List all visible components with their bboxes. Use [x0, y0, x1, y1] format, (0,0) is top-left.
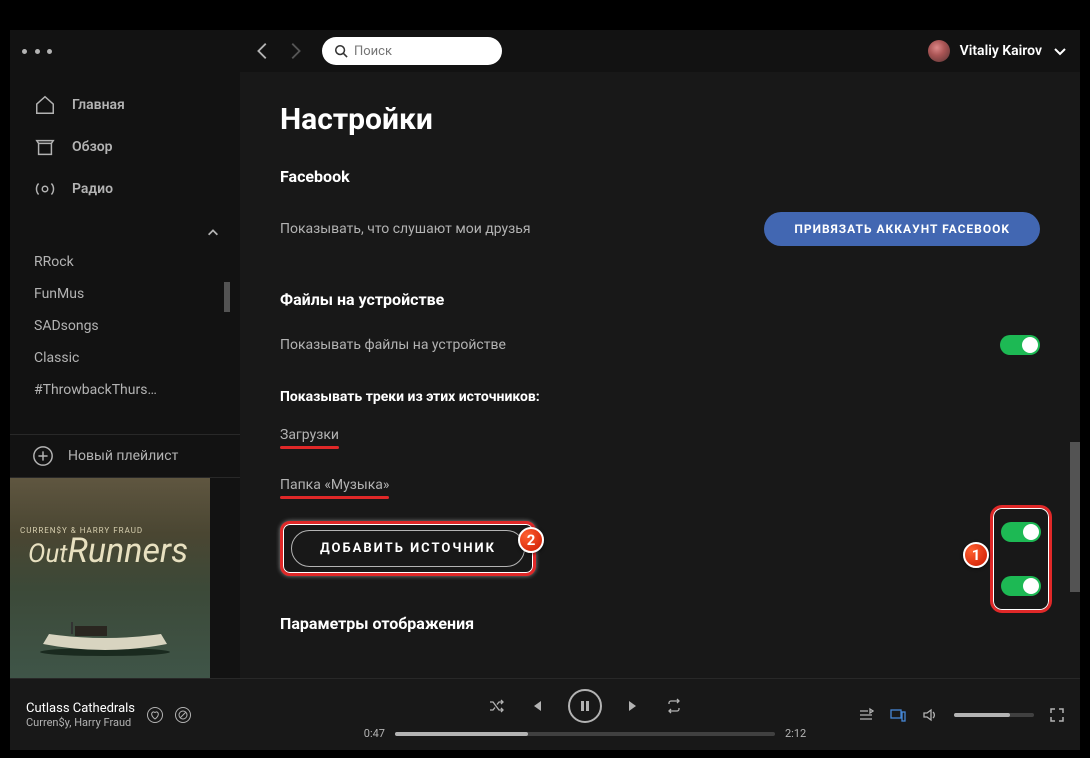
- nav-primary: Главная Обзор Радио: [10, 72, 240, 222]
- next-icon[interactable]: [626, 698, 642, 714]
- chevron-up-icon[interactable]: [206, 226, 220, 240]
- playlists-area: RRock FunMus SADsongs Classic #Throwback…: [10, 222, 240, 434]
- browse-icon: [34, 136, 56, 158]
- main-menu-button[interactable]: [22, 49, 52, 54]
- nav-label: Главная: [72, 97, 125, 113]
- now-playing-cover[interactable]: CURREN$Y & HARRY FRAUD OutRunners: [10, 478, 210, 678]
- body-area: Главная Обзор Радио RRock FunMus SADsong…: [10, 72, 1080, 678]
- player-bar: Cutlass Cathedrals Curren$y, Harry Fraud: [10, 678, 1080, 750]
- app-window: Vitaliy Kairov Главная Обзор Радио: [10, 30, 1080, 750]
- topbar: Vitaliy Kairov: [10, 30, 1080, 72]
- playlist-item[interactable]: RRock: [10, 246, 240, 278]
- nav-label: Радио: [72, 181, 113, 197]
- repeat-icon[interactable]: [666, 698, 682, 714]
- queue-icon[interactable]: [858, 707, 874, 723]
- section-display-title: Параметры отображения: [280, 614, 1040, 633]
- forward-icon[interactable]: [284, 40, 306, 62]
- source-row-downloads: Загрузки: [280, 417, 1040, 453]
- chevron-down-icon: [1052, 43, 1068, 59]
- nav-radio[interactable]: Радио: [10, 168, 240, 210]
- search-icon: [334, 43, 348, 59]
- user-menu[interactable]: Vitaliy Kairov: [928, 40, 1068, 62]
- pause-icon: [578, 699, 592, 713]
- time-elapsed: 0:47: [364, 727, 385, 740]
- add-source-highlight: ДОБАВИТЬ ИСТОЧНИК: [280, 521, 536, 576]
- user-name: Vitaliy Kairov: [960, 43, 1042, 59]
- back-icon[interactable]: [252, 40, 274, 62]
- playlist-scrollbar[interactable]: [224, 282, 230, 312]
- settings-content: Настройки Facebook Показывать, что слуша…: [240, 72, 1080, 678]
- section-facebook-title: Facebook: [280, 167, 1040, 186]
- search-box[interactable]: [322, 37, 502, 65]
- section-local-files-title: Файлы на устройстве: [280, 290, 1040, 309]
- playlist-item[interactable]: FunMus: [10, 278, 240, 310]
- sidebar: Главная Обзор Радио RRock FunMus SADsong…: [10, 72, 240, 678]
- devices-icon[interactable]: [890, 707, 906, 723]
- block-button[interactable]: [175, 707, 191, 723]
- progress-slider[interactable]: [395, 732, 775, 736]
- source-row-music: Папка «Музыка»: [280, 467, 1040, 503]
- new-playlist-button[interactable]: Новый плейлист: [10, 434, 240, 478]
- plus-circle-icon: [32, 445, 54, 467]
- nav-label: Обзор: [72, 139, 113, 155]
- track-title[interactable]: Cutlass Cathedrals: [26, 701, 135, 716]
- show-local-files-label: Показывать файлы на устройстве: [280, 337, 506, 353]
- page-title: Настройки: [280, 102, 1040, 137]
- avatar: [928, 40, 950, 62]
- playlist-item[interactable]: SADsongs: [10, 310, 240, 342]
- show-local-files-toggle[interactable]: [1000, 335, 1040, 355]
- fullscreen-icon[interactable]: [1050, 708, 1064, 722]
- volume-slider[interactable]: [954, 713, 1034, 717]
- nav-browse[interactable]: Обзор: [10, 126, 240, 168]
- playlist-item[interactable]: Classic: [10, 342, 240, 374]
- callout-2: 2: [518, 527, 544, 553]
- content-scrollbar[interactable]: [1070, 442, 1080, 592]
- facebook-desc: Показывать, что слушают мои друзья: [280, 221, 531, 237]
- add-source-button[interactable]: ДОБАВИТЬ ИСТОЧНИК: [291, 530, 525, 567]
- nav-home[interactable]: Главная: [10, 84, 240, 126]
- album-title: OutRunners: [28, 538, 188, 565]
- time-total: 2:12: [785, 727, 806, 740]
- connect-facebook-button[interactable]: ПРИВЯЗАТЬ АККАУНТ FACEBOOK: [764, 212, 1040, 246]
- track-artist[interactable]: Curren$y, Harry Fraud: [26, 716, 135, 729]
- like-button[interactable]: [147, 707, 163, 723]
- nav-arrows: [252, 40, 306, 62]
- sources-toggles-highlight: 1: [990, 505, 1052, 613]
- play-pause-button[interactable]: [568, 689, 602, 723]
- now-playing-info: Cutlass Cathedrals Curren$y, Harry Fraud: [26, 701, 326, 729]
- radio-icon: [34, 178, 56, 200]
- playlist-item[interactable]: #ThrowbackThurs…: [10, 374, 240, 406]
- new-playlist-label: Новый плейлист: [68, 448, 178, 464]
- shuffle-icon[interactable]: [488, 698, 504, 714]
- source-music-toggle[interactable]: [1001, 576, 1041, 596]
- player-controls: 0:47 2:12: [326, 689, 844, 740]
- source-downloads-label: Загрузки: [280, 427, 339, 443]
- callout-1: 1: [963, 542, 989, 568]
- home-icon: [34, 94, 56, 116]
- search-input[interactable]: [354, 44, 490, 59]
- player-right-controls: [844, 707, 1064, 723]
- album-art-illustration: [35, 616, 175, 656]
- volume-icon[interactable]: [922, 707, 938, 723]
- previous-icon[interactable]: [528, 698, 544, 714]
- facebook-row: Показывать, что слушают мои друзья ПРИВЯ…: [280, 202, 1040, 256]
- sources-header: Показывать треки из этих источников:: [280, 389, 1040, 405]
- show-local-files-row: Показывать файлы на устройстве: [280, 325, 1040, 365]
- source-downloads-toggle[interactable]: [1001, 522, 1041, 542]
- source-music-label: Папка «Музыка»: [280, 477, 389, 493]
